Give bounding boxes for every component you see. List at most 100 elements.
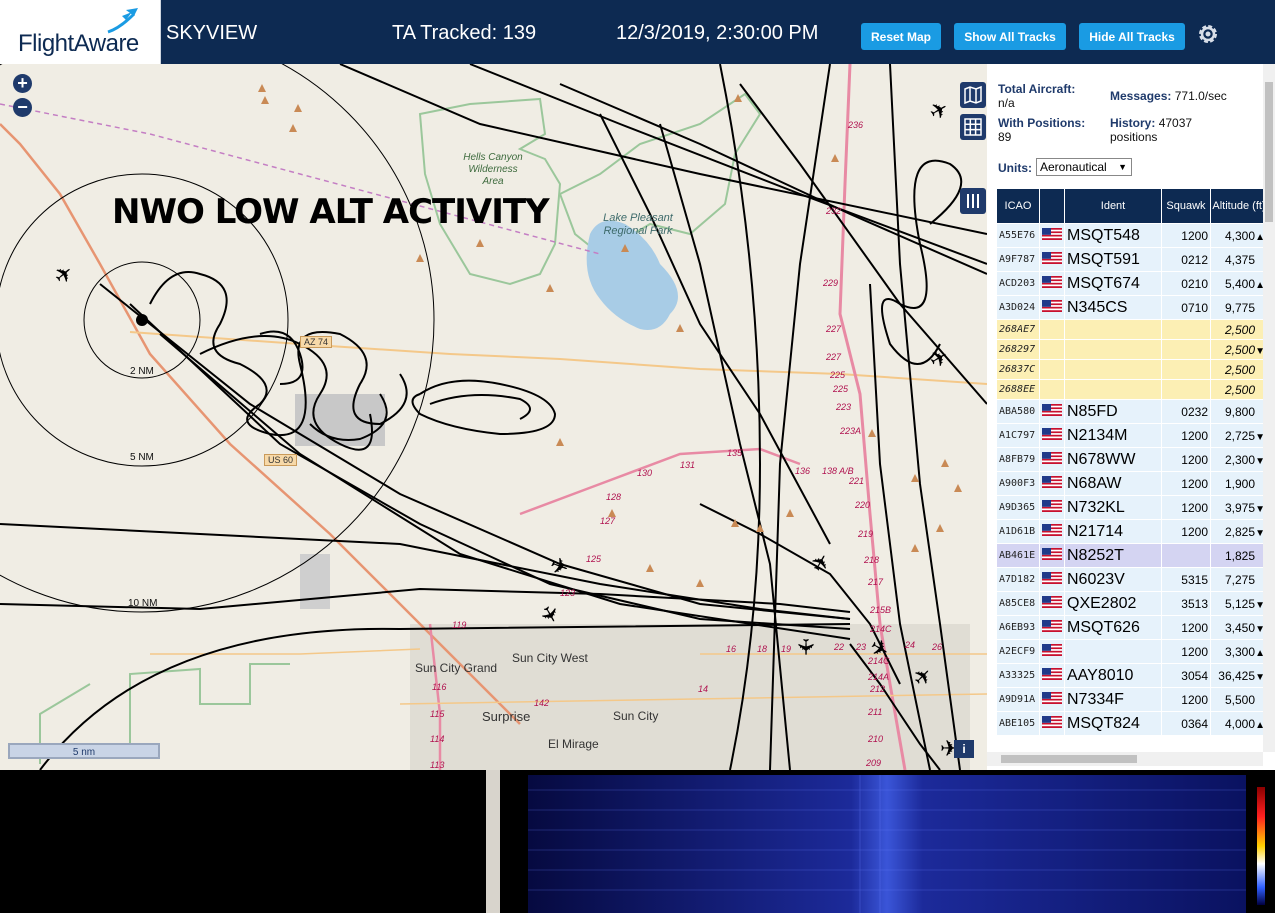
col-icao[interactable]: ICAO (997, 189, 1039, 223)
reset-map-button[interactable]: Reset Map (861, 23, 941, 50)
road-az74: AZ 74 (300, 336, 333, 348)
us-flag-icon (1042, 252, 1062, 264)
flightaware-plane-icon (107, 8, 138, 34)
table-row[interactable]: A7D182 N6023V 5315 7,275 (997, 568, 1267, 591)
ident-cell: N2134M (1065, 424, 1161, 447)
us-flag-icon (1042, 716, 1062, 728)
grid-icon[interactable] (960, 114, 986, 140)
table-row[interactable]: A8FB79 N678WW 1200 2,300▼ (997, 448, 1267, 471)
squawk-cell: 0710 (1162, 296, 1210, 319)
messages-stat: Messages: 771.0/sec (1110, 89, 1227, 103)
altitude-value: 1,825 (1224, 548, 1255, 563)
ring-label-5nm: 5 NM (130, 452, 154, 463)
table-row[interactable]: A6EB93 MSQT626 1200 3,450▼ (997, 616, 1267, 639)
altitude-value: 2,300 (1224, 452, 1255, 467)
us-flag-icon (1042, 620, 1062, 632)
ident-cell: N7334F (1065, 688, 1161, 711)
squawk-cell: 0212 (1162, 248, 1210, 271)
table-row[interactable]: ACD203 MSQT674 0210 5,400▲ (997, 272, 1267, 295)
altitude-cell: 2,300▼ (1211, 448, 1267, 471)
squawk-cell: 3054 (1162, 664, 1210, 687)
table-row[interactable]: A3D024 N345CS 0710 9,775 (997, 296, 1267, 319)
show-all-tracks-button[interactable]: Show All Tracks (954, 23, 1066, 50)
scrollbar-thumb[interactable] (1265, 82, 1273, 222)
table-row[interactable]: ABE105 MSQT824 0364 4,000▲ (997, 712, 1267, 735)
table-row[interactable]: A85CE8 QXE2802 3513 5,125▼ (997, 592, 1267, 615)
exit-number: 214C (868, 656, 890, 666)
squawk-cell: 3513 (1162, 592, 1210, 615)
exit-number: 223 (836, 402, 852, 412)
info-icon[interactable]: i (954, 740, 974, 758)
scale-bar: 5 nm (8, 743, 160, 759)
table-row[interactable]: A1C797 N2134M 1200 2,725▼ (997, 424, 1267, 447)
icao-cell: 268297 (997, 340, 1039, 359)
road-us60: US 60 (264, 454, 298, 466)
table-row[interactable]: A9F787 MSQT591 0212 4,375 (997, 248, 1267, 271)
us-flag-icon (1042, 276, 1062, 288)
table-row[interactable]: 26837C 2,500 (997, 360, 1267, 379)
scrollbar-thumb[interactable] (1001, 755, 1137, 763)
table-row[interactable]: A33325 AAY8010 3054 36,425▼ (997, 664, 1267, 687)
table-row[interactable]: A9D365 N732KL 1200 3,975▼ (997, 496, 1267, 519)
flag-cell (1040, 472, 1064, 495)
exit-number: 218 (864, 555, 880, 565)
icao-cell: A1D61B (997, 520, 1039, 543)
place-lake-pleasant: Lake Pleasant Regional Park (603, 212, 673, 237)
col-ident[interactable]: Ident (1065, 189, 1161, 223)
tracked-count: TA Tracked: 139 (392, 22, 537, 44)
col-flag[interactable] (1040, 189, 1064, 223)
icao-cell: ABE105 (997, 712, 1039, 735)
altitude-cell: 3,450▼ (1211, 616, 1267, 639)
icao-cell: A6EB93 (997, 616, 1039, 639)
map-icon[interactable] (960, 82, 986, 108)
table-row[interactable]: 268AE7 2,500 (997, 320, 1267, 339)
panel-vertical-scrollbar[interactable] (1263, 64, 1275, 752)
squawk-cell: 1200 (1162, 472, 1210, 495)
altitude-cell: 9,800 (1211, 400, 1267, 423)
table-row[interactable]: ABA580 N85FD 0232 9,800 (997, 400, 1267, 423)
table-row[interactable]: 2688EE 2,500 (997, 380, 1267, 399)
units-select[interactable]: Aeronautical ▼ (1036, 158, 1132, 176)
altitude-cell: 2,500 (1211, 380, 1267, 399)
map-overlay-title: NWO LOW ALT ACTIVITY (112, 192, 550, 232)
table-row[interactable]: A1D61B N21714 1200 2,825▼ (997, 520, 1267, 543)
pane-divider[interactable] (486, 770, 500, 913)
altitude-value: 9,800 (1224, 404, 1255, 419)
exit-number: 227 (826, 352, 842, 362)
zoom-out-icon[interactable]: − (13, 98, 32, 117)
with-positions-value: 89 (998, 130, 1012, 144)
col-altitude[interactable]: Altitude (ft) (1211, 189, 1267, 223)
map-view[interactable]: ✈ ✈ ✈ ✈ ✈ ✈ ✈ ✈ ✈ ✈ NWO LOW ALT ACTIVITY… (0, 64, 987, 770)
squawk-cell: 1200 (1162, 448, 1210, 471)
aircraft-icon[interactable]: ✈ (792, 638, 818, 656)
table-row[interactable]: A900F3 N68AW 1200 1,900 (997, 472, 1267, 495)
squawk-cell: 0364 (1162, 712, 1210, 735)
squawk-cell: 1200 (1162, 688, 1210, 711)
us-flag-icon (1042, 476, 1062, 488)
flightaware-logo[interactable]: FlightAware (0, 0, 161, 64)
ident-cell: N68AW (1065, 472, 1161, 495)
gear-icon[interactable] (1196, 22, 1220, 46)
place-el-mirage: El Mirage (548, 737, 599, 751)
exit-number: 115 (430, 709, 445, 719)
ident-cell: N345CS (1065, 296, 1161, 319)
squawk-cell: 1200 (1162, 520, 1210, 543)
squawk-cell (1162, 380, 1210, 399)
hide-all-tracks-button[interactable]: Hide All Tracks (1079, 23, 1185, 50)
icao-cell: ABA580 (997, 400, 1039, 423)
panel-horizontal-scrollbar[interactable] (987, 752, 1263, 766)
exit-number: 221 (849, 476, 865, 486)
ident-cell: MSQT674 (1065, 272, 1161, 295)
exit-number: 123 (560, 588, 576, 598)
ident-cell: MSQT591 (1065, 248, 1161, 271)
altitude-cell: 2,825▼ (1211, 520, 1267, 543)
table-row[interactable]: A55E76 MSQT548 1200 4,300▲ (997, 224, 1267, 247)
table-row[interactable]: 268297 2,500▼ (997, 340, 1267, 359)
table-row[interactable]: A2ECF9 1200 3,300▲ (997, 640, 1267, 663)
exit-number: 138 A/B (822, 466, 854, 476)
table-row[interactable]: AB461E N8252T 1,825 (997, 544, 1267, 567)
table-row[interactable]: A9D91A N7334F 1200 5,500 (997, 688, 1267, 711)
columns-icon[interactable] (960, 188, 986, 214)
zoom-in-icon[interactable]: + (13, 74, 32, 93)
col-squawk[interactable]: Squawk (1162, 189, 1210, 223)
